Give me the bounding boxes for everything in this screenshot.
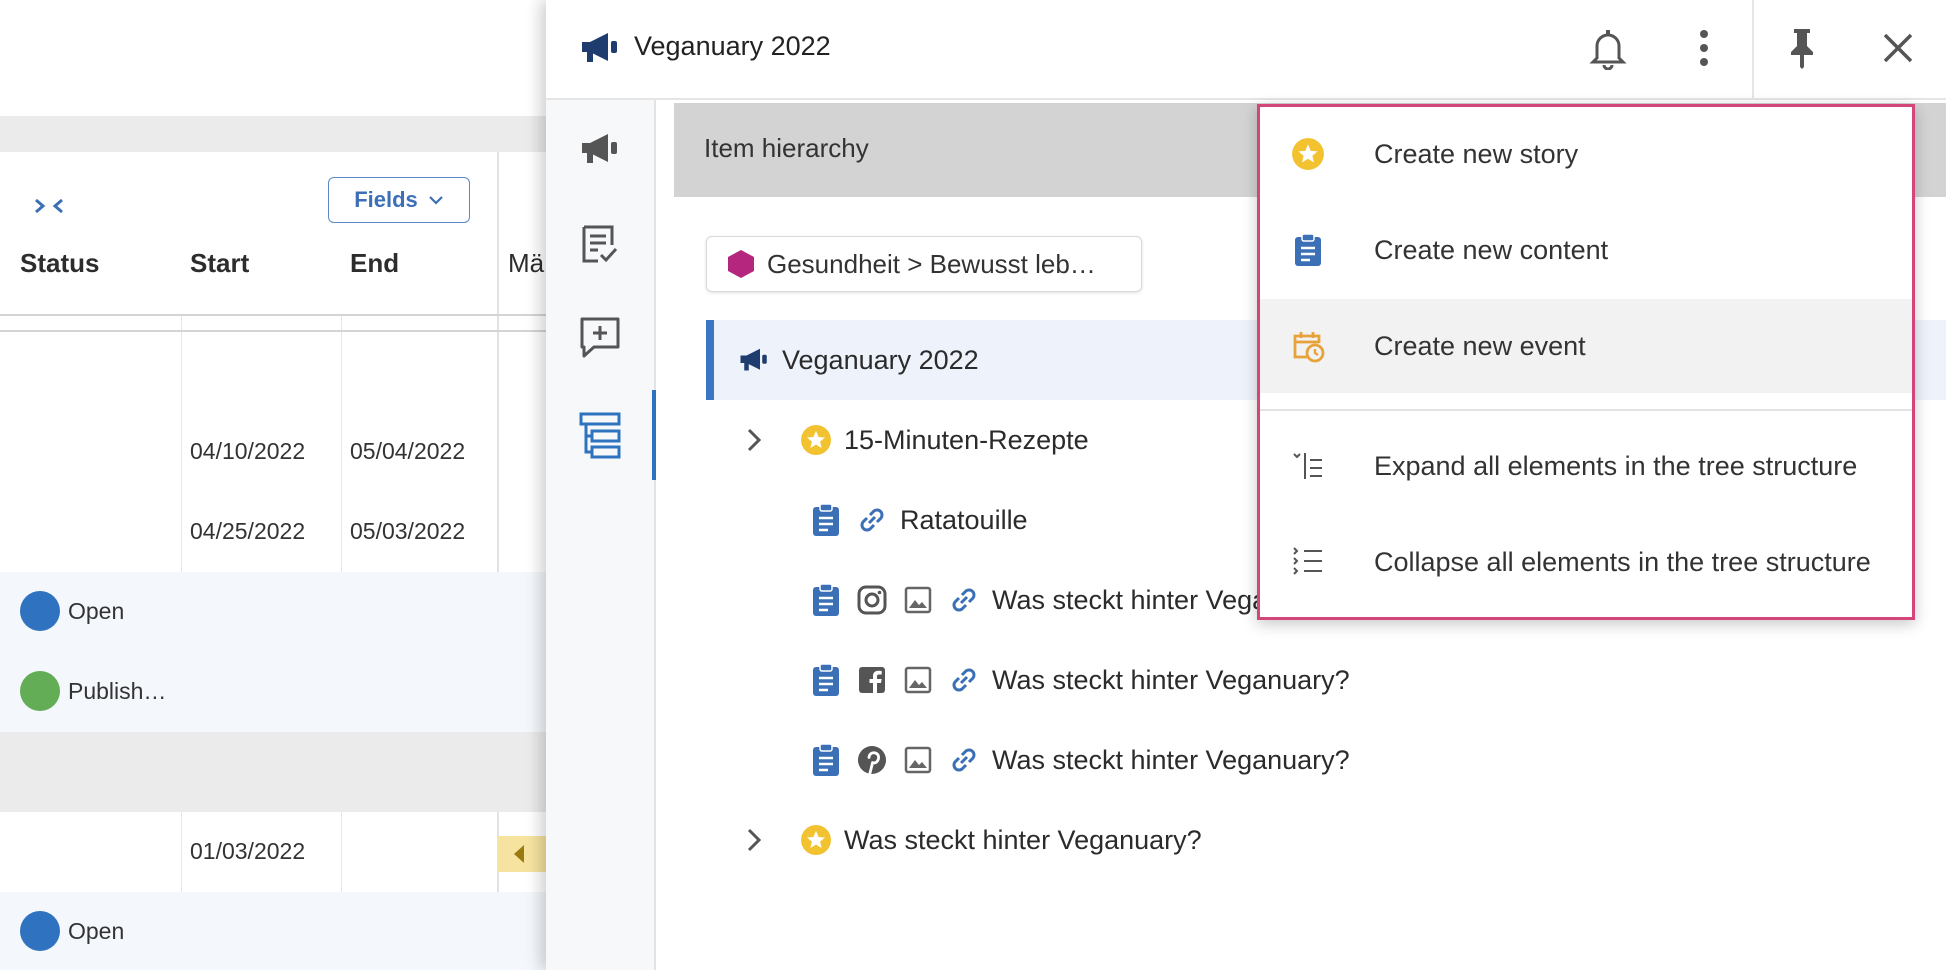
tree-item-content[interactable]: Was steckt hinter Veganuary? xyxy=(808,720,1350,800)
tree-item-label: Was steckt hinter Veganuary? xyxy=(992,664,1350,695)
link-icon xyxy=(946,582,982,618)
menu-item-create-event[interactable]: Create new event xyxy=(1260,299,1912,393)
header-divider xyxy=(0,314,546,316)
image-icon xyxy=(900,662,936,698)
story-star-icon xyxy=(798,422,834,458)
tree-item-content[interactable]: Was steckt hinter Veganuary? xyxy=(808,640,1350,720)
hierarchy-icon xyxy=(579,412,621,459)
fields-button-label: Fields xyxy=(354,187,418,212)
topic-hexagon-icon xyxy=(728,250,754,278)
pin-icon[interactable] xyxy=(1776,22,1828,74)
group-row xyxy=(0,732,546,812)
tree-item-story[interactable]: Was steckt hinter Veganuary? xyxy=(736,800,1202,880)
tree-item-story[interactable]: 15-Minuten-Rezepte xyxy=(736,400,1089,480)
menu-item-label: Collapse all elements in the tree struct… xyxy=(1374,546,1871,577)
status-dot xyxy=(20,591,60,631)
end-date: 05/04/2022 xyxy=(350,438,466,464)
chevron-right-icon[interactable] xyxy=(736,422,772,458)
more-vertical-icon[interactable] xyxy=(1678,22,1730,74)
fields-button[interactable]: Fields xyxy=(328,177,470,223)
menu-item-label: Create new content xyxy=(1374,234,1609,265)
calendar-clock-icon xyxy=(1288,326,1328,366)
menu-item-collapse-all[interactable]: Collapse all elements in the tree struct… xyxy=(1260,515,1912,609)
instagram-icon xyxy=(854,582,890,618)
background-table: Fields Status Start End Mä 04/10/2022 05… xyxy=(0,0,546,970)
facebook-icon xyxy=(854,662,890,698)
breadcrumb-label: Gesundheit > Bewusst leb… xyxy=(767,248,1096,279)
tree-item-campaign[interactable]: Veganuary 2022 xyxy=(736,320,979,400)
tree-item-label: Was steckt hinter Veganuary? xyxy=(844,824,1202,855)
rail-tasks-tab[interactable] xyxy=(546,200,654,290)
link-icon xyxy=(946,742,982,778)
menu-item-label: Create new event xyxy=(1374,330,1586,361)
rail-comments-tab[interactable] xyxy=(546,292,654,382)
close-icon[interactable] xyxy=(1872,22,1924,74)
content-clipboard-icon xyxy=(808,662,844,698)
highlighted-rows xyxy=(0,572,546,732)
create-context-menu: Create new story Create new content Crea… xyxy=(1257,104,1915,620)
menu-item-create-content[interactable]: Create new content xyxy=(1260,203,1912,297)
content-clipboard-icon xyxy=(808,502,844,538)
menu-item-create-story[interactable]: Create new story xyxy=(1260,107,1912,201)
image-icon xyxy=(900,742,936,778)
megaphone-icon xyxy=(736,342,772,378)
header-divider xyxy=(0,330,546,332)
start-date: 01/03/2022 xyxy=(190,838,306,864)
tree-item-label: Veganuary 2022 xyxy=(782,344,979,375)
image-icon xyxy=(900,582,936,618)
column-header-end[interactable]: End xyxy=(350,248,399,279)
column-header-status[interactable]: Status xyxy=(20,248,99,279)
pinterest-icon xyxy=(854,742,890,778)
selected-indicator xyxy=(706,320,714,400)
campaign-megaphone-icon xyxy=(578,28,622,73)
link-icon xyxy=(854,502,890,538)
collapse-tree-icon xyxy=(1288,542,1328,582)
panel-header: Veganuary 2022 xyxy=(546,0,1946,100)
story-star-icon xyxy=(1288,134,1328,174)
status-label: Open xyxy=(68,918,125,944)
link-icon xyxy=(946,662,982,698)
tree-item-content[interactable]: Ratatouille xyxy=(808,480,1028,560)
menu-item-expand-all[interactable]: Expand all elements in the tree structur… xyxy=(1260,419,1912,513)
menu-divider xyxy=(1260,409,1912,411)
content-clipboard-icon xyxy=(808,742,844,778)
end-date: 05/03/2022 xyxy=(350,518,466,544)
add-comment-icon xyxy=(580,317,620,358)
story-star-icon xyxy=(798,822,834,858)
status-label: Open xyxy=(68,598,125,624)
menu-item-label: Create new story xyxy=(1374,138,1579,169)
content-clipboard-icon xyxy=(808,582,844,618)
start-date: 04/25/2022 xyxy=(190,518,306,544)
topic-breadcrumb[interactable]: Gesundheit > Bewusst leb… xyxy=(706,236,1142,292)
checklist-document-icon xyxy=(582,225,618,263)
section-title: Item hierarchy xyxy=(704,133,869,163)
status-dot xyxy=(20,671,60,711)
collapse-columns-icon[interactable] xyxy=(30,190,70,222)
column-header-next[interactable]: Mä xyxy=(508,248,544,279)
rail-hierarchy-tab[interactable] xyxy=(546,390,656,480)
content-clipboard-icon xyxy=(1288,230,1328,270)
status-label: Publish… xyxy=(68,678,167,704)
bell-icon[interactable] xyxy=(1582,22,1634,74)
expand-tree-icon xyxy=(1288,446,1328,486)
panel-title: Veganuary 2022 xyxy=(634,31,831,61)
tree-item-label: 15-Minuten-Rezepte xyxy=(844,424,1089,455)
column-header-start[interactable]: Start xyxy=(190,248,249,279)
tree-item-label: Was steckt hinter Veganuary? xyxy=(992,744,1350,775)
start-date: 04/10/2022 xyxy=(190,438,306,464)
chevron-right-icon[interactable] xyxy=(736,822,772,858)
chevron-down-icon xyxy=(429,196,443,205)
header-divider xyxy=(1752,0,1754,98)
timeline-bar[interactable] xyxy=(498,836,546,872)
tree-item-label: Ratatouille xyxy=(900,504,1028,535)
megaphone-icon xyxy=(582,134,617,163)
menu-item-label: Expand all elements in the tree structur… xyxy=(1374,450,1858,481)
status-dot xyxy=(20,911,60,951)
rail-campaign-tab[interactable] xyxy=(546,104,654,194)
panel-nav-rail xyxy=(546,100,656,970)
arrow-left-icon xyxy=(514,845,524,863)
table-toolbar-band xyxy=(0,116,546,152)
